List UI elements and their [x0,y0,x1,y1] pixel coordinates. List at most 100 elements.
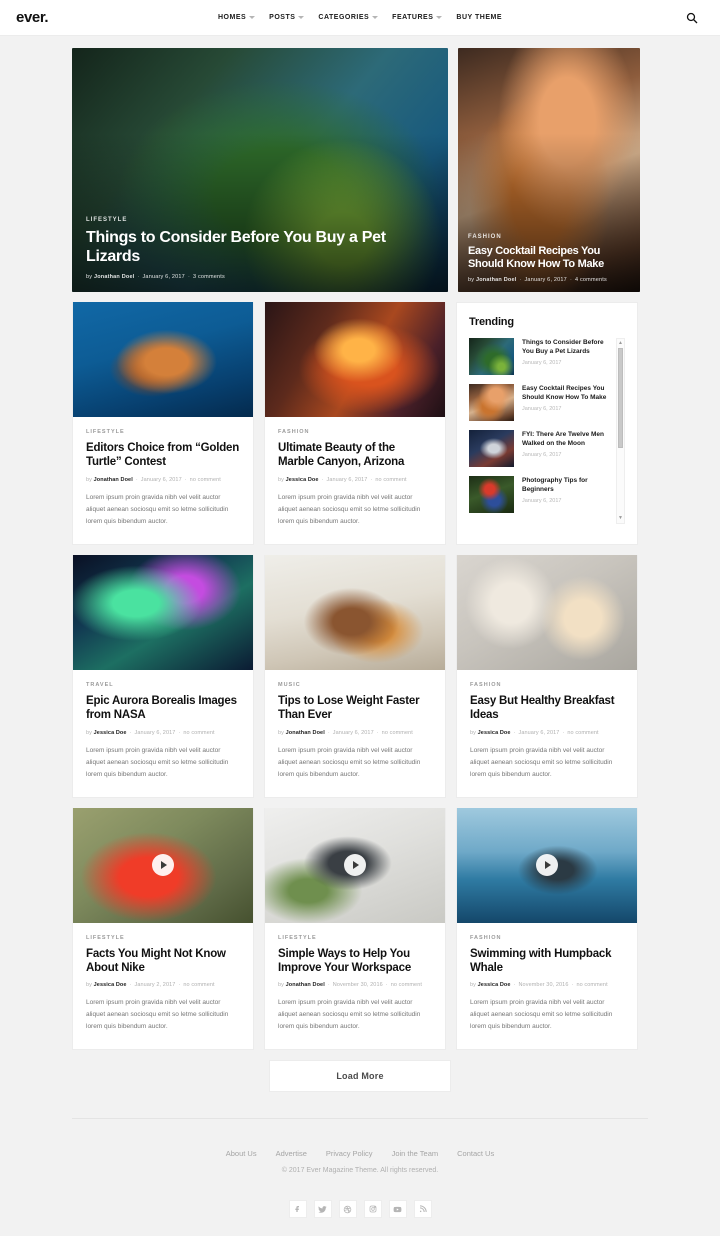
instagram-icon[interactable] [363,1200,382,1219]
article-thumbnail-food[interactable] [265,554,445,670]
trending-item[interactable]: FYI: There Are Twelve Men Walked on the … [469,430,613,467]
category-label[interactable]: LIFESTYLE [86,935,240,941]
post-comments[interactable]: no comment [190,477,221,483]
trending-thumbnail-photographer[interactable] [469,476,514,513]
post-comments[interactable]: no comment [567,730,598,736]
post-comments[interactable]: 3 comments [193,274,225,280]
category-label[interactable]: FASHION [468,234,630,240]
youtube-icon[interactable] [388,1200,407,1219]
post-author[interactable]: Jonathan Doel [94,274,135,280]
nav-item-features[interactable]: FEATURES [392,14,443,21]
post-author[interactable]: Jessica Doe [478,730,511,736]
article-card[interactable]: FASHION Easy But Healthy Breakfast Ideas… [456,554,638,798]
trending-item-title[interactable]: Photography Tips for Beginners [522,476,613,495]
article-card[interactable]: TRAVEL Epic Aurora Borealis Images from … [72,554,254,798]
article-title[interactable]: Simple Ways to Help You Improve Your Wor… [278,947,432,976]
post-comments[interactable]: no comment [576,982,607,988]
post-author[interactable]: Jessica Doe [94,982,127,988]
article-thumbnail-whale[interactable] [457,807,637,923]
nav-item-categories[interactable]: CATEGORIES [318,14,379,21]
category-label[interactable]: LIFESTYLE [278,935,432,941]
trending-item-title[interactable]: FYI: There Are Twelve Men Walked on the … [522,430,613,449]
category-label[interactable]: LIFESTYLE [86,217,434,223]
load-more-button[interactable]: Load More [269,1060,451,1093]
post-comments[interactable]: no comment [382,730,413,736]
post-author[interactable]: Jessica Doe [94,730,127,736]
category-label[interactable]: FASHION [278,429,432,435]
dribbble-icon[interactable] [338,1200,357,1219]
article-card[interactable]: MUSIC Tips to Lose Weight Faster Than Ev… [264,554,446,798]
nav-item-posts[interactable]: POSTS [269,14,305,21]
post-author[interactable]: Jessica Doe [286,477,319,483]
footer-link-privacy-policy[interactable]: Privacy Policy [326,1149,373,1158]
category-label[interactable]: FASHION [470,682,624,688]
article-title[interactable]: Swimming with Humpback Whale [470,947,624,976]
article-row-2: TRAVEL Epic Aurora Borealis Images from … [72,554,648,798]
trending-item-title[interactable]: Easy Cocktail Recipes You Should Know Ho… [522,384,613,403]
site-footer: About Us Advertise Privacy Policy Join t… [72,1118,648,1236]
scrollbar-thumb[interactable] [618,348,623,448]
search-icon[interactable] [686,12,698,24]
trending-thumbnail-astronaut[interactable] [469,430,514,467]
post-comments[interactable]: no comment [375,477,406,483]
article-title[interactable]: Editors Choice from “Golden Turtle” Cont… [86,441,240,470]
article-title[interactable]: Facts You Might Not Know About Nike [86,947,240,976]
article-card-video[interactable]: LIFESTYLE Simple Ways to Help You Improv… [264,807,446,1051]
play-icon[interactable] [536,854,558,877]
article-thumbnail-aurora[interactable] [73,554,253,670]
category-label[interactable]: MUSIC [278,682,432,688]
hero-title[interactable]: Easy Cocktail Recipes You Should Know Ho… [468,245,630,273]
footer-link-contact-us[interactable]: Contact Us [457,1149,494,1158]
nav-item-buy-theme[interactable]: BUY THEME [456,14,502,21]
article-thumbnail-nike[interactable] [73,807,253,923]
trending-item[interactable]: Easy Cocktail Recipes You Should Know Ho… [469,384,613,421]
play-icon[interactable] [152,854,174,877]
category-label[interactable]: LIFESTYLE [86,429,240,435]
post-author[interactable]: Jonathan Doel [286,982,325,988]
article-thumbnail-breakfast[interactable] [457,554,637,670]
article-card[interactable]: LIFESTYLE Editors Choice from “Golden Tu… [72,302,254,545]
article-title[interactable]: Epic Aurora Borealis Images from NASA [86,694,240,723]
hero-card-primary[interactable]: LIFESTYLE Things to Consider Before You … [72,48,448,292]
article-title[interactable]: Ultimate Beauty of the Marble Canyon, Ar… [278,441,432,470]
article-thumbnail-turtle[interactable] [73,302,253,417]
rss-icon[interactable] [413,1200,432,1219]
footer-link-about-us[interactable]: About Us [226,1149,257,1158]
post-author[interactable]: Jonathan Doel [286,730,325,736]
twitter-icon[interactable] [313,1200,332,1219]
nav-item-homes[interactable]: HOMES [218,14,256,21]
trending-scrollbar[interactable]: ▲ ▼ [616,338,625,524]
site-logo[interactable]: ever. [16,9,49,26]
article-title[interactable]: Tips to Lose Weight Faster Than Ever [278,694,432,723]
article-thumbnail-workspace[interactable] [265,807,445,923]
trending-item[interactable]: Things to Consider Before You Buy a Pet … [469,338,613,375]
trending-item[interactable]: Photography Tips for Beginners January 6… [469,476,613,513]
post-comments[interactable]: 4 comments [575,277,607,283]
post-comments[interactable]: no comment [183,730,214,736]
scroll-down-icon[interactable]: ▼ [618,514,623,523]
trending-scroll-area[interactable]: Things to Consider Before You Buy a Pet … [469,338,625,524]
facebook-icon[interactable] [288,1200,307,1219]
scroll-up-icon[interactable]: ▲ [618,339,623,348]
category-label[interactable]: FASHION [470,935,624,941]
scrollbar-track[interactable] [617,348,624,514]
trending-thumbnail-lizard[interactable] [469,338,514,375]
article-card-video[interactable]: FASHION Swimming with Humpback Whale by … [456,807,638,1051]
footer-link-join-the-team[interactable]: Join the Team [392,1149,439,1158]
post-author[interactable]: Jonathan Doel [94,477,133,483]
trending-thumbnail-cocktail[interactable] [469,384,514,421]
article-thumbnail-canyon[interactable] [265,302,445,417]
post-author[interactable]: Jessica Doe [478,982,511,988]
post-comments[interactable]: no comment [391,982,422,988]
footer-link-advertise[interactable]: Advertise [276,1149,307,1158]
play-icon[interactable] [344,854,366,877]
article-card[interactable]: FASHION Ultimate Beauty of the Marble Ca… [264,302,446,545]
category-label[interactable]: TRAVEL [86,682,240,688]
article-title[interactable]: Easy But Healthy Breakfast Ideas [470,694,624,723]
article-card-video[interactable]: LIFESTYLE Facts You Might Not Know About… [72,807,254,1051]
post-comments[interactable]: no comment [183,982,214,988]
post-author[interactable]: Jonathan Doel [476,277,517,283]
trending-item-title[interactable]: Things to Consider Before You Buy a Pet … [522,338,613,357]
hero-card-secondary[interactable]: FASHION Easy Cocktail Recipes You Should… [458,48,640,292]
hero-title[interactable]: Things to Consider Before You Buy a Pet … [86,228,434,267]
